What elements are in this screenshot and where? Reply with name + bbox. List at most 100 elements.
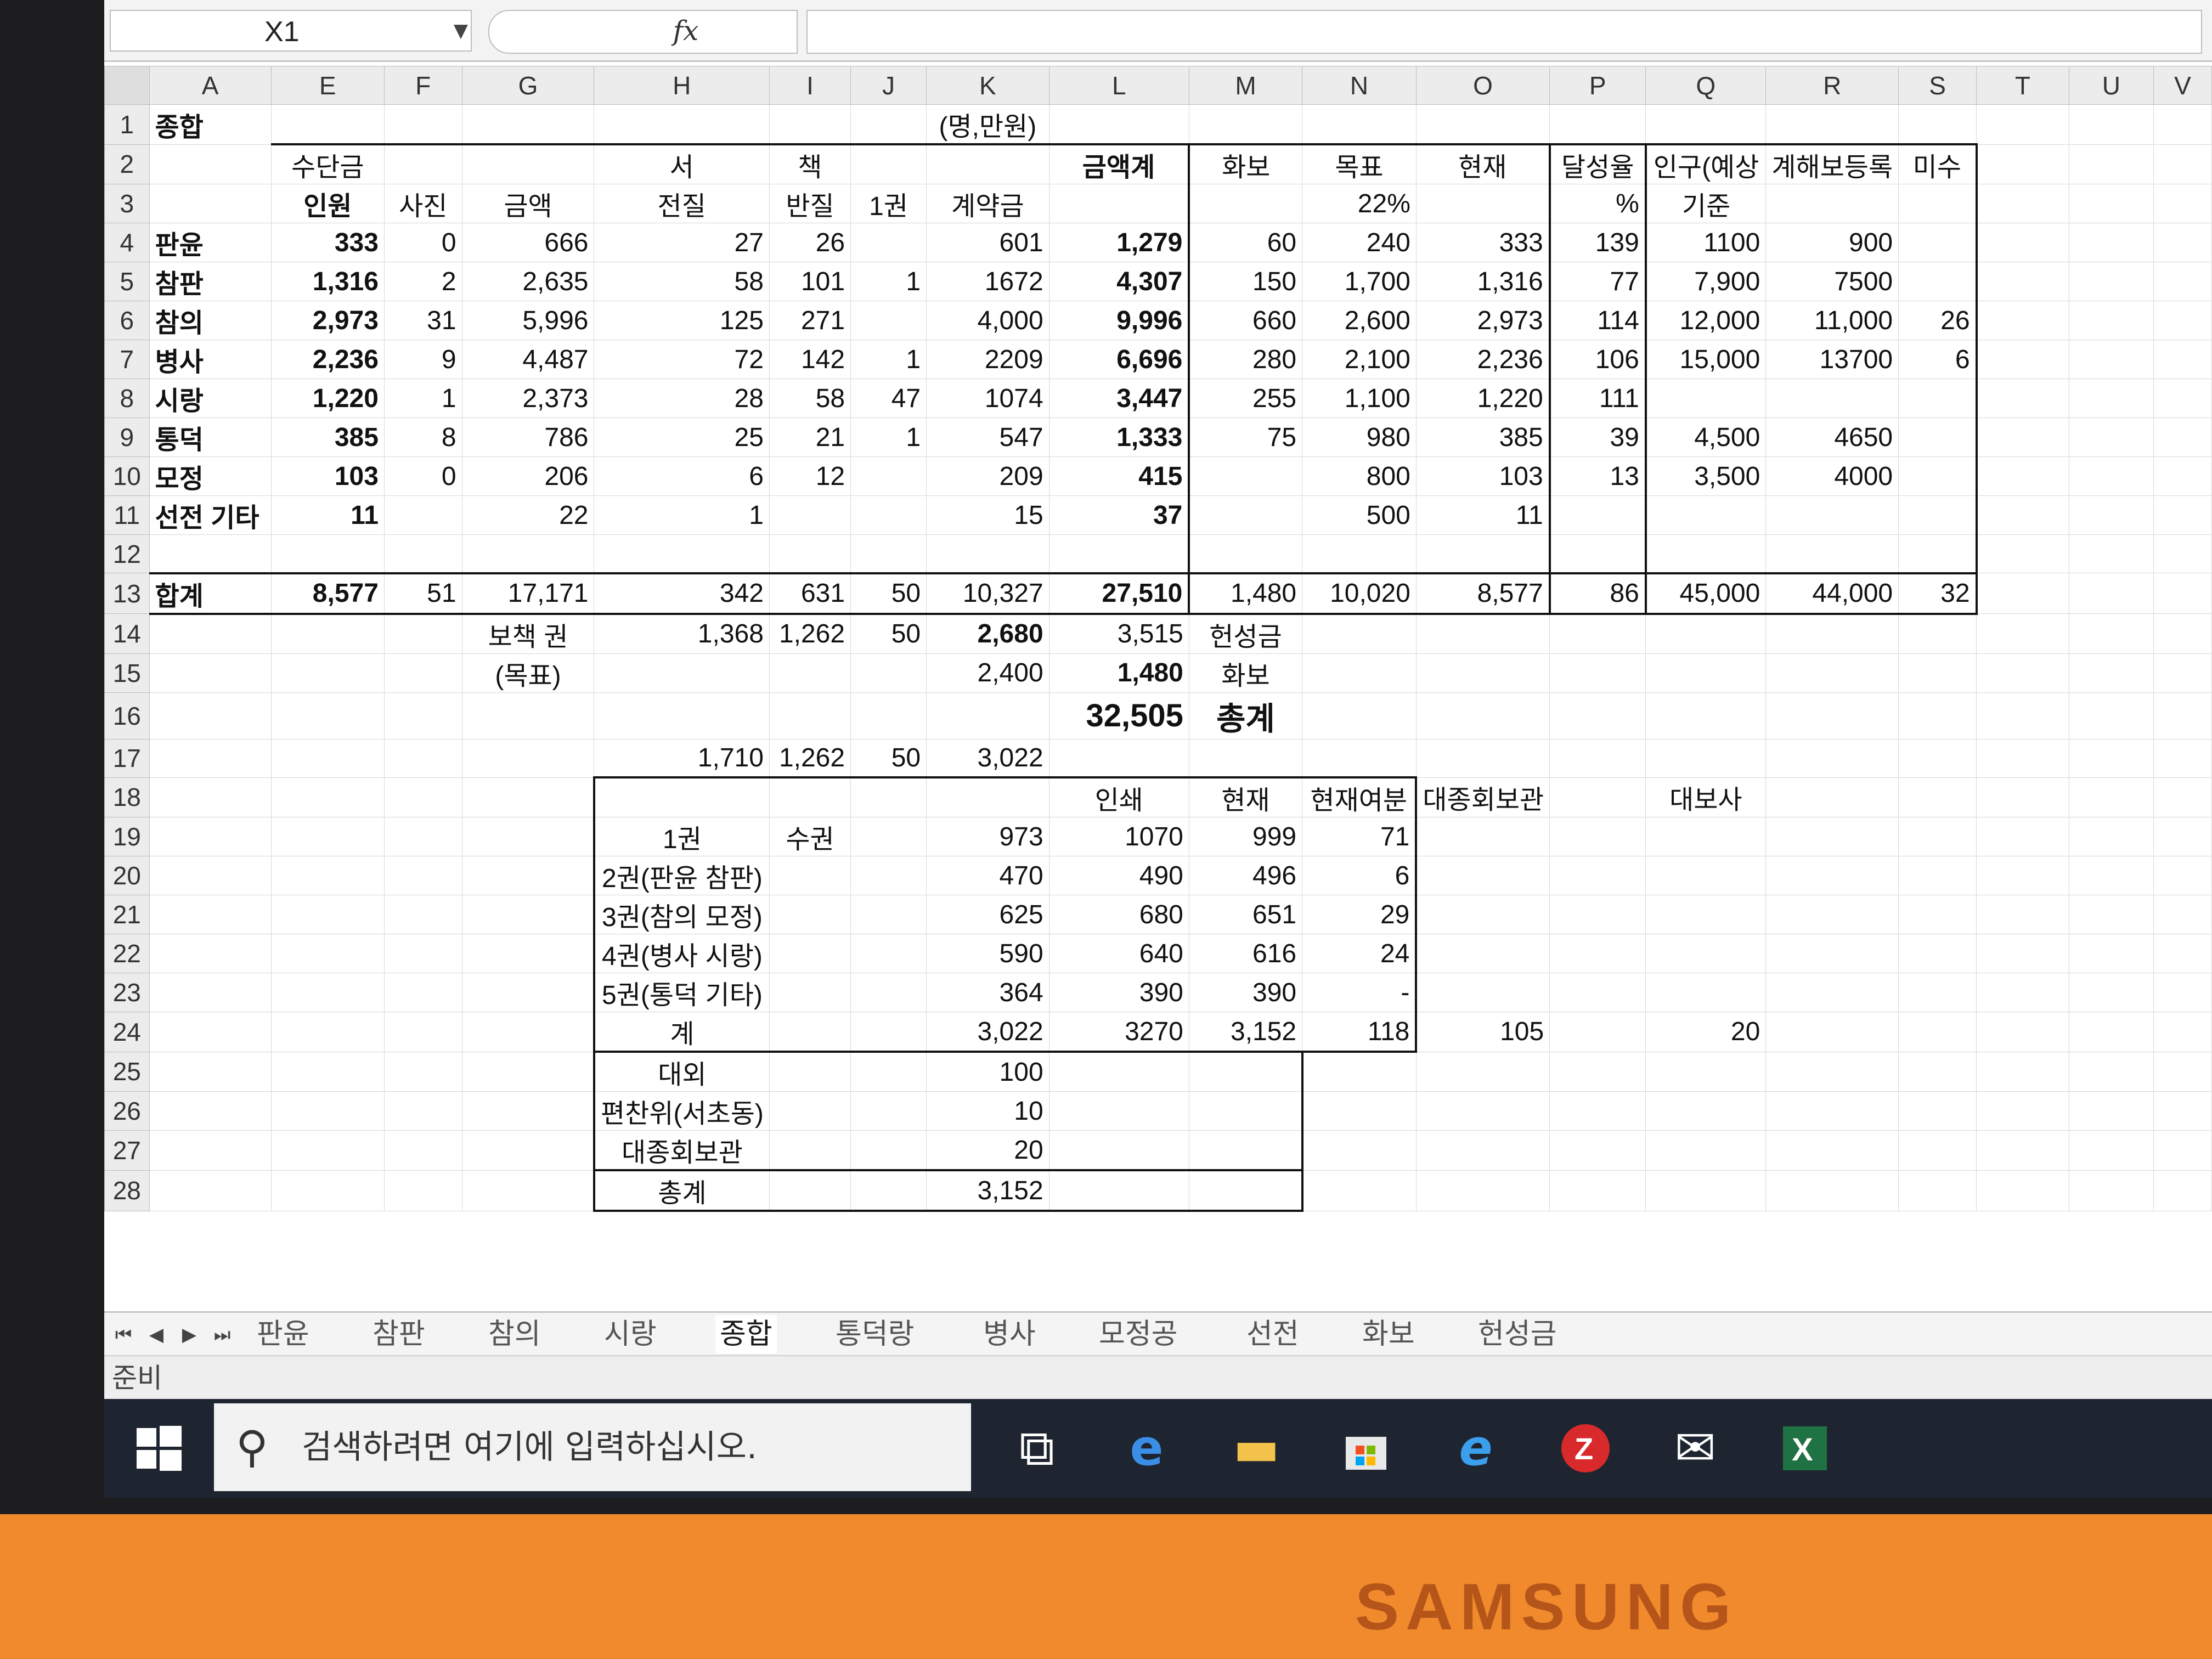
cell[interactable] [1898,104,1977,145]
cell[interactable] [1548,534,1646,573]
cell[interactable] [850,104,927,145]
cell[interactable] [2153,692,2212,740]
cell[interactable] [1302,653,1417,693]
cell[interactable] [1188,456,1303,496]
cell[interactable]: 547 [926,417,1049,457]
row-header[interactable]: 7 [104,340,150,379]
cell[interactable]: % [1548,184,1646,223]
cell[interactable] [2068,262,2154,301]
cell[interactable] [383,1012,462,1052]
row-header[interactable]: 24 [104,1012,150,1052]
cell[interactable] [2068,223,2154,262]
cell[interactable] [594,653,770,693]
cell[interactable] [850,895,927,934]
edge-browser-icon[interactable]: e [1114,1415,1180,1481]
windows-start-icon[interactable] [126,1415,192,1481]
last-sheet-icon[interactable]: ⏭ [208,1319,236,1350]
cell[interactable]: 1,220 [1415,379,1550,418]
cell[interactable] [1644,379,1767,418]
cell[interactable]: 206 [461,456,595,496]
cell[interactable]: 3,515 [1048,613,1189,654]
cell[interactable] [1549,1051,1646,1092]
cell[interactable]: 달성율 [1548,143,1646,184]
cell[interactable] [1549,895,1646,934]
cell[interactable]: 17,171 [461,572,595,615]
cell[interactable] [1976,262,2069,301]
cell[interactable]: 999 [1188,817,1303,856]
cell[interactable] [1976,973,2069,1012]
cell[interactable]: 4,307 [1048,262,1190,301]
cell[interactable] [383,1170,462,1211]
cell[interactable] [850,776,927,817]
cell[interactable] [2153,262,2212,301]
row-header[interactable]: 1 [104,104,150,145]
cell[interactable] [1048,1091,1189,1131]
cell[interactable]: 현재여분 [1302,776,1418,817]
sheet-tab[interactable]: 통덕랑 [831,1315,919,1353]
cell[interactable]: 118 [1302,1012,1418,1053]
cell[interactable] [1415,934,1550,973]
cell[interactable] [149,856,272,895]
cell[interactable] [2153,856,2212,895]
cell[interactable]: 651 [1188,895,1303,934]
cell[interactable] [1645,1091,1767,1131]
cell[interactable] [461,143,595,184]
cell[interactable] [2153,1091,2212,1131]
chevron-down-icon[interactable]: ▼ [450,10,472,52]
cell[interactable]: 58 [769,379,851,418]
cell[interactable]: 500 [1302,495,1417,535]
cell[interactable] [769,1169,851,1212]
cell[interactable]: 2 [383,262,462,301]
cell[interactable] [1976,340,2069,379]
cell[interactable] [1302,1091,1417,1131]
sheet-tab[interactable]: 참판 [368,1315,430,1353]
cell[interactable] [270,934,385,973]
cell[interactable] [461,856,595,895]
cell[interactable] [1415,738,1550,778]
fx-icon[interactable]: fx [653,10,719,52]
cell[interactable]: 111 [1548,379,1646,418]
cell[interactable] [2153,379,2212,418]
cell[interactable] [594,534,770,573]
cell[interactable]: 1,700 [1302,262,1417,301]
cell[interactable] [2153,223,2212,262]
cell[interactable] [1765,1012,1899,1052]
internet-explorer-icon[interactable]: e [1443,1415,1509,1481]
cell[interactable] [1976,104,2069,145]
row-header[interactable]: 10 [104,456,150,496]
cell[interactable]: 114 [1548,301,1646,340]
cell[interactable]: 105 [1415,1012,1550,1052]
cell[interactable] [1976,301,2069,340]
cell[interactable] [383,1130,462,1171]
cell[interactable] [270,777,385,817]
cell[interactable] [1898,777,1977,817]
cell[interactable]: 385 [1415,417,1550,457]
cell[interactable] [1765,1130,1899,1171]
cell[interactable]: 45,000 [1644,572,1767,615]
sheet-tab[interactable]: 종합 [715,1315,777,1353]
cell[interactable]: 32 [1898,572,1978,615]
cell[interactable] [2153,934,2212,973]
cell[interactable] [1898,856,1977,895]
cell[interactable] [270,856,385,895]
cell[interactable]: 인쇄 [1048,776,1189,817]
cell[interactable]: 현재 [1188,776,1303,817]
row-header[interactable]: 2 [104,144,150,184]
cell[interactable]: 640 [1048,934,1189,973]
row-header[interactable]: 26 [104,1091,150,1131]
mail-icon[interactable]: ✉ [1662,1415,1728,1481]
cell[interactable] [592,776,770,817]
cell[interactable] [383,1091,462,1131]
cell[interactable] [2068,1051,2154,1092]
prev-sheet-icon[interactable]: ◀ [143,1319,170,1350]
cell[interactable]: 1권 [850,184,927,223]
cell[interactable]: 11 [270,495,385,535]
cell[interactable]: 1,480 [1188,572,1303,615]
cell[interactable]: 서 [594,143,770,184]
cell[interactable] [1048,184,1190,223]
cell[interactable] [1415,973,1550,1012]
cell[interactable] [926,534,1049,573]
cell[interactable] [1898,456,1978,496]
cell[interactable] [1415,613,1550,654]
cell[interactable] [1549,934,1646,973]
